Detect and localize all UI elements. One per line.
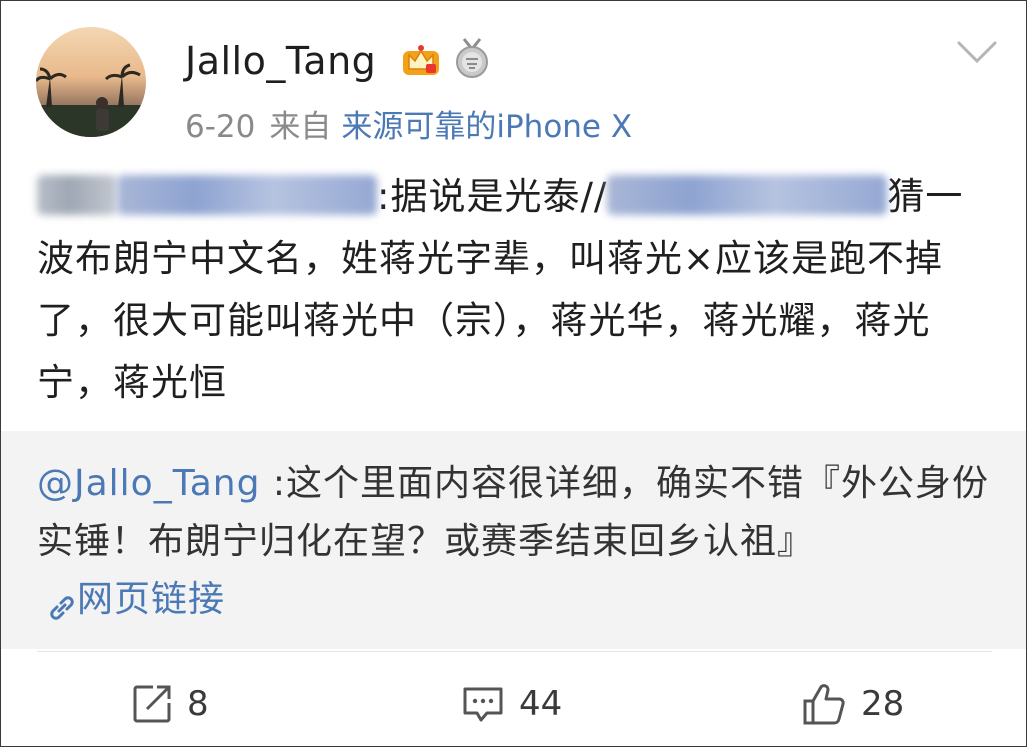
blurred-mention: [607, 174, 888, 215]
crown-icon[interactable]: [401, 39, 441, 79]
post-text-segment-1: :据说是光泰//: [377, 175, 608, 218]
thumbs-up-icon: [803, 684, 845, 725]
like-button[interactable]: 28: [801, 679, 904, 729]
comment-button[interactable]: 44: [461, 679, 562, 729]
username[interactable]: Jallo_Tang: [185, 39, 376, 83]
repost-button[interactable]: 8: [131, 679, 209, 729]
avatar[interactable]: [36, 27, 146, 137]
repost-count: 8: [187, 684, 209, 724]
comment-count: 44: [519, 684, 563, 724]
repost-text: @Jallo_Tang :这个里面内容很详细，确实不错『外公身份实锤！布朗宁归化…: [37, 455, 992, 629]
medal-icon[interactable]: [453, 37, 491, 79]
action-bar: 8 44 28: [1, 661, 1026, 746]
post-source[interactable]: 来源可靠的iPhone X: [341, 109, 632, 145]
web-link[interactable]: 网页链接: [37, 579, 225, 620]
chevron-down-icon[interactable]: [955, 37, 999, 67]
repost-icon: [133, 685, 171, 723]
like-count: 28: [861, 684, 905, 724]
post-header: Jallo_Tang 6-20 来自 来源可靠的iPhone X: [1, 1, 1026, 161]
web-link-label: 网页链接: [77, 579, 226, 620]
weibo-post-card: Jallo_Tang 6-20 来自 来源可靠的iPhone X:据说是光泰/…: [0, 0, 1027, 747]
repost-mention[interactable]: @Jallo_Tang: [37, 463, 260, 504]
post-date: 6-20: [185, 109, 256, 145]
blurred-mention: [117, 174, 377, 215]
from-label: 来自: [269, 109, 332, 145]
post-body: :据说是光泰//猜一波布朗宁中文名，姓蒋光字辈，叫蒋光×应该是跑不掉了，很大可能…: [37, 166, 997, 414]
blurred-username: [37, 174, 117, 215]
link-icon: [47, 583, 77, 620]
post-meta: 6-20 来自 来源可靠的iPhone X: [185, 101, 632, 146]
divider: [37, 651, 992, 652]
comment-icon: [463, 687, 503, 722]
repost-block[interactable]: @Jallo_Tang :这个里面内容很详细，确实不错『外公身份实锤！布朗宁归化…: [1, 431, 1026, 649]
